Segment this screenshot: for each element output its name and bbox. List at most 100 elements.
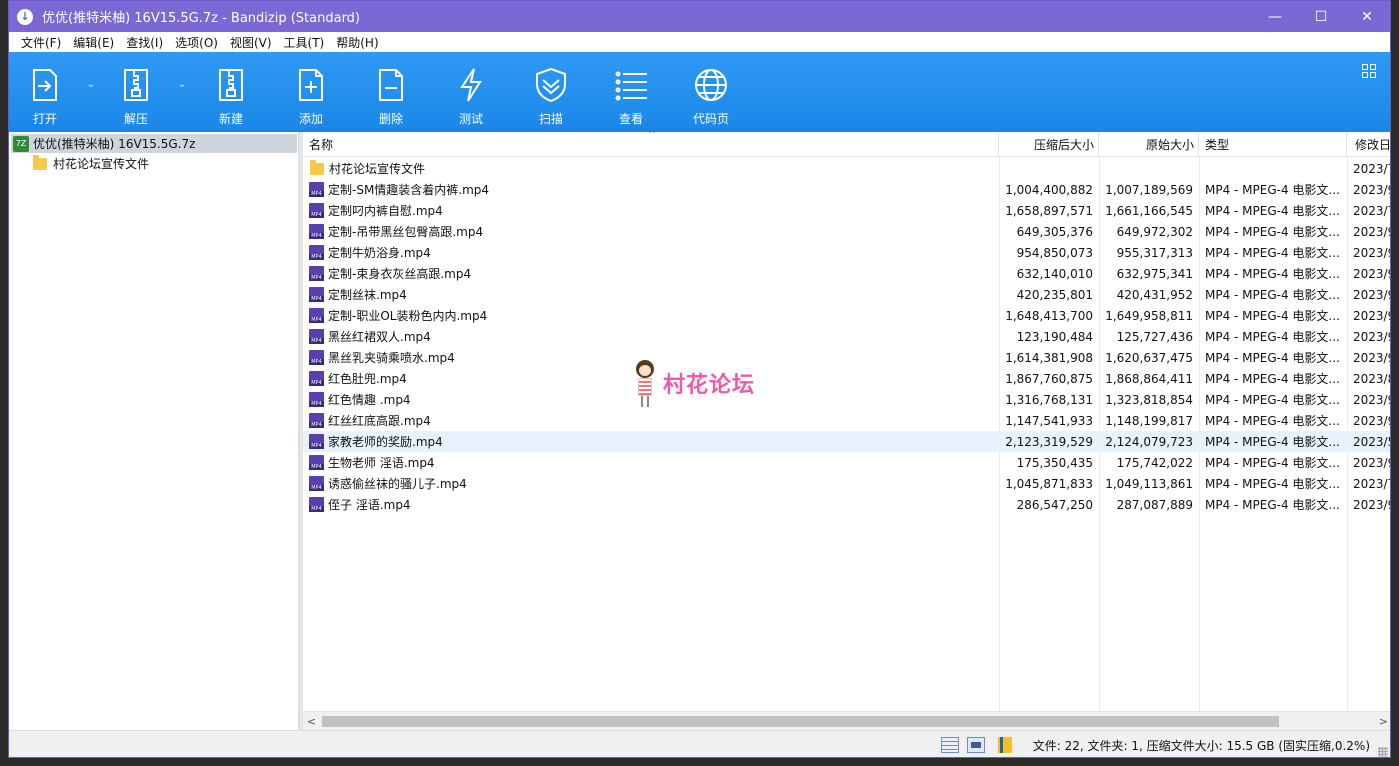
scroll-left-icon[interactable]: < [303,712,320,731]
open-button[interactable]: 打开 [10,52,80,132]
bandizip-window: ↓ 优优(推特米柚) 16V15.5G.7z - Bandizip (Stand… [8,0,1391,758]
table-row[interactable]: 诱惑偷丝袜的骚儿子.mp4 1,045,871,833 1,049,113,861 M… [303,473,1390,494]
menu-edit[interactable]: 编辑(E) [67,34,120,51]
tree-root-archive[interactable]: 7Z 优优(推特米柚) 16V15.5G.7z [11,134,297,153]
cell-type: MP4 - MPEG-4 电影文... [1205,351,1340,365]
window-controls: — ☐ ✕ [1252,1,1390,32]
file-name: 定制牛奶浴身.mp4 [328,246,431,260]
table-row[interactable]: 黑丝红裙双人.mp4 123,190,484 125,727,436 MP4 - MP… [303,326,1390,347]
delete-button[interactable]: 删除 [356,52,426,132]
extract-button[interactable]: 解压 [101,52,171,132]
thumbnail-view-icon[interactable] [967,737,985,753]
title-bar[interactable]: ↓ 优优(推特米柚) 16V15.5G.7z - Bandizip (Stand… [9,1,1390,32]
file-name: 定制叼内裤自慰.mp4 [328,204,443,218]
add-button[interactable]: 添加 [276,52,346,132]
cell-packed-size [999,158,1093,179]
column-header-original[interactable]: 原始大小 [1099,132,1199,157]
column-header-packed[interactable]: 压缩后大小 [999,132,1099,157]
cell-name: 定制-职业OL装粉色内内.mp4 [309,305,999,326]
table-row[interactable]: 生物老师 淫语.mp4 175,350,435 175,742,022 MP4 - M… [303,452,1390,473]
file-name: 定制-吊带黑丝包臀高跟.mp4 [328,225,484,239]
scroll-thumb[interactable] [322,716,1279,727]
cell-packed-size: 1,648,413,700 [1005,308,1093,323]
list-icon [615,71,647,101]
mp4-file-icon [309,308,324,323]
table-row[interactable]: 定制牛奶浴身.mp4 954,850,073 955,317,313 MP4 - MP… [303,242,1391,263]
table-row[interactable]: 定制-SM情趣装含着内裤.mp4 1,004,400,882 1,007,189,5… [303,179,1390,200]
mp4-file-icon [309,287,324,302]
cell-packed-size: 2,123,319,529 [1005,434,1093,449]
cell-name: 村花论坛宣传文件 [309,158,999,179]
menu-file[interactable]: 文件(F) [15,34,67,51]
cell-type: MP4 - MPEG-4 电影文... [1205,183,1340,197]
scroll-right-icon[interactable]: > [1375,712,1390,731]
new-label: 新建 [218,112,243,126]
table-row[interactable]: 侄子 淫语.mp4 286,547,250 287,087,889 MP4 - MPE… [303,494,1391,515]
table-row[interactable]: 红色情趣 .mp4 1,316,768,131 1,323,818,854 MP4 -… [303,389,1391,410]
tree-item-folder[interactable]: 村花论坛宣传文件 [33,154,149,173]
table-row[interactable]: 定制-吊带黑丝包臀高跟.mp4 649,305,376 649,972,302 MP4… [303,221,1390,242]
table-row[interactable]: 定制丝袜.mp4 420,235,801 420,431,952 MP4 - MPEG… [303,284,1390,305]
new-archive-icon [219,69,243,101]
table-row[interactable]: 红丝红底高跟.mp4 1,147,541,933 1,148,199,817 MP4 … [303,410,1391,431]
table-row[interactable]: 定制-束身衣灰丝高跟.mp4 632,140,010 632,975,341 MP4 … [303,263,1390,284]
column-header-type[interactable]: 类型 [1199,132,1347,157]
column-header-name[interactable]: 名称 ^ [303,132,999,157]
test-button[interactable]: 测试 [436,52,506,132]
view-button[interactable]: 查看 [596,52,666,132]
menu-find[interactable]: 查找(I) [120,34,169,51]
menu-options[interactable]: 选项(O) [169,34,224,51]
cell-original-size: 125,727,436 [1116,329,1193,344]
file-name: 生物老师 淫语.mp4 [328,456,435,470]
horizontal-scrollbar[interactable]: < > [303,711,1390,731]
details-view-icon[interactable] [941,737,959,753]
cell-modified: 2023/9 [1353,308,1391,323]
cell-modified: 2023/9 [1353,497,1391,512]
cell-modified: 2023/9 [1353,392,1391,407]
new-archive-button[interactable]: 新建 [196,52,266,132]
codepage-button[interactable]: 代码页 [676,52,746,132]
cell-modified: 2023/9 [1353,245,1391,260]
open-dropdown-icon[interactable]: ⌄ [85,78,97,90]
table-row[interactable]: 定制叼内裤自慰.mp4 1,658,897,571 1,661,166,545 MP4… [303,200,1390,221]
resize-grip-icon[interactable] [1378,747,1388,757]
menu-help[interactable]: 帮助(H) [330,34,384,51]
cell-packed-size: 1,614,381,908 [1005,350,1093,365]
scan-button[interactable]: 扫描 [516,52,586,132]
tree-item-label: 村花论坛宣传文件 [53,157,150,171]
archive-info-icon[interactable] [998,737,1012,753]
column-header-modified[interactable]: 修改日 [1347,132,1390,157]
close-button[interactable]: ✕ [1344,1,1390,32]
minimize-button[interactable]: — [1252,1,1298,32]
cell-original-size: 955,317,313 [1116,245,1193,260]
window-title: 优优(推特米柚) 16V15.5G.7z - Bandizip (Standar… [42,11,361,26]
tree-root-label: 优优(推特米柚) 16V15.5G.7z [33,137,196,151]
mp4-file-icon [309,413,324,428]
layout-grid-icon[interactable] [1362,64,1376,78]
table-row[interactable]: 红色肚兜.mp4 1,867,760,875 1,868,864,411 MP4 - … [303,368,1390,389]
cell-name: 定制牛奶浴身.mp4 [309,242,999,263]
table-row[interactable]: 村花论坛宣传文件 2023/7 [303,158,1391,179]
cell-modified: 2023/7 [1353,161,1391,176]
open-icon [33,69,57,101]
table-row[interactable]: 家教老师的奖励.mp4 2,123,319,529 2,124,079,723 MP4… [303,431,1390,452]
table-row[interactable]: 黑丝乳夹骑乘喷水.mp4 1,614,381,908 1,620,637,475 MP… [303,347,1390,368]
globe-icon [695,69,727,101]
cell-type: MP4 - MPEG-4 电影文... [1205,498,1340,512]
mp4-file-icon [309,371,324,386]
menu-tools[interactable]: 工具(T) [278,34,331,51]
mp4-file-icon [309,455,324,470]
menu-view[interactable]: 视图(V) [224,34,278,51]
file-name: 定制-职业OL装粉色内内.mp4 [328,309,488,323]
file-name: 红色肚兜.mp4 [328,372,407,386]
maximize-button[interactable]: ☐ [1298,1,1344,32]
cell-type [1205,158,1343,179]
table-row[interactable]: 定制-职业OL装粉色内内.mp4 1,648,413,700 1,649,958,8… [303,305,1391,326]
cell-packed-size: 1,147,541,933 [1005,413,1093,428]
cell-original-size: 287,087,889 [1116,497,1193,512]
watermark: 村花论坛 [633,358,755,408]
mp4-file-icon [309,476,324,491]
cell-type: MP4 - MPEG-4 电影文... [1205,225,1340,239]
cell-modified: 2023/9 [1353,413,1391,428]
extract-dropdown-icon[interactable]: ⌄ [176,78,188,90]
